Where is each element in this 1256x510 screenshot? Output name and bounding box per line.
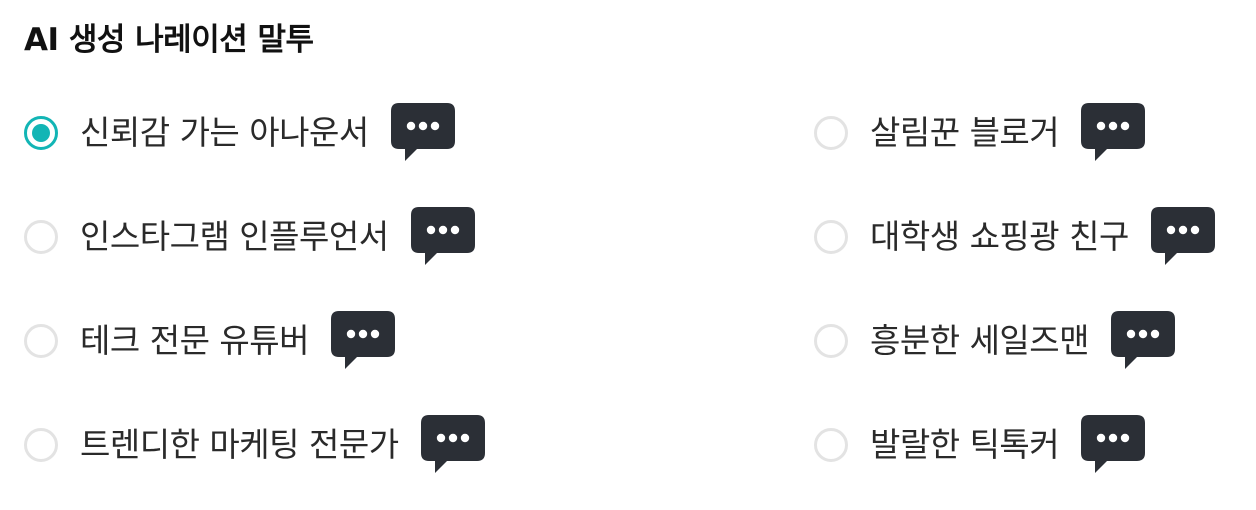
radio-button-icon[interactable] bbox=[24, 428, 58, 462]
radio-button-icon[interactable] bbox=[814, 220, 848, 254]
voice-option-label: 발랄한 틱톡커 bbox=[870, 425, 1060, 464]
speech-bubble-icon[interactable] bbox=[390, 103, 455, 163]
speech-bubble-icon[interactable] bbox=[1150, 207, 1215, 267]
voice-option-college-shopper-friend[interactable]: 대학생 쇼핑광 친구 bbox=[814, 202, 1215, 272]
voice-option-instagram-influencer[interactable]: 인스타그램 인플루언서 bbox=[24, 202, 475, 272]
narration-tone-section: AI 생성 나레이션 말투 신뢰감 가는 아나운서 인스타그램 인플루언서 테크… bbox=[0, 0, 1256, 510]
voice-option-label: 대학생 쇼핑광 친구 bbox=[870, 217, 1129, 256]
voice-option-cheerful-tiktoker[interactable]: 발랄한 틱톡커 bbox=[814, 410, 1146, 480]
voice-option-label: 테크 전문 유튜버 bbox=[80, 321, 310, 360]
voice-option-excited-salesman[interactable]: 흥분한 세일즈맨 bbox=[814, 306, 1176, 376]
voice-option-homemaker-blogger[interactable]: 살림꾼 블로거 bbox=[814, 98, 1146, 168]
radio-button-icon[interactable] bbox=[814, 428, 848, 462]
radio-button-icon[interactable] bbox=[24, 116, 58, 150]
speech-bubble-icon[interactable] bbox=[420, 415, 485, 475]
radio-button-icon[interactable] bbox=[814, 324, 848, 358]
voice-option-label: 인스타그램 인플루언서 bbox=[80, 217, 389, 256]
radio-button-icon[interactable] bbox=[24, 220, 58, 254]
voice-option-label: 트렌디한 마케팅 전문가 bbox=[80, 425, 399, 464]
speech-bubble-icon[interactable] bbox=[1081, 103, 1146, 163]
radio-button-icon[interactable] bbox=[24, 324, 58, 358]
radio-button-icon[interactable] bbox=[814, 116, 848, 150]
voice-option-tech-youtuber[interactable]: 테크 전문 유튜버 bbox=[24, 306, 395, 376]
voice-option-trusted-announcer[interactable]: 신뢰감 가는 아나운서 bbox=[24, 98, 455, 168]
voice-option-trendy-marketer[interactable]: 트렌디한 마케팅 전문가 bbox=[24, 410, 485, 480]
speech-bubble-icon[interactable] bbox=[410, 207, 475, 267]
voice-option-label: 신뢰감 가는 아나운서 bbox=[80, 113, 369, 152]
voice-option-label: 살림꾼 블로거 bbox=[870, 113, 1060, 152]
speech-bubble-icon[interactable] bbox=[331, 311, 395, 371]
voice-option-label: 흥분한 세일즈맨 bbox=[870, 321, 1090, 360]
speech-bubble-icon[interactable] bbox=[1081, 415, 1146, 475]
section-title: AI 생성 나레이션 말투 bbox=[24, 22, 314, 58]
speech-bubble-icon[interactable] bbox=[1111, 311, 1176, 371]
